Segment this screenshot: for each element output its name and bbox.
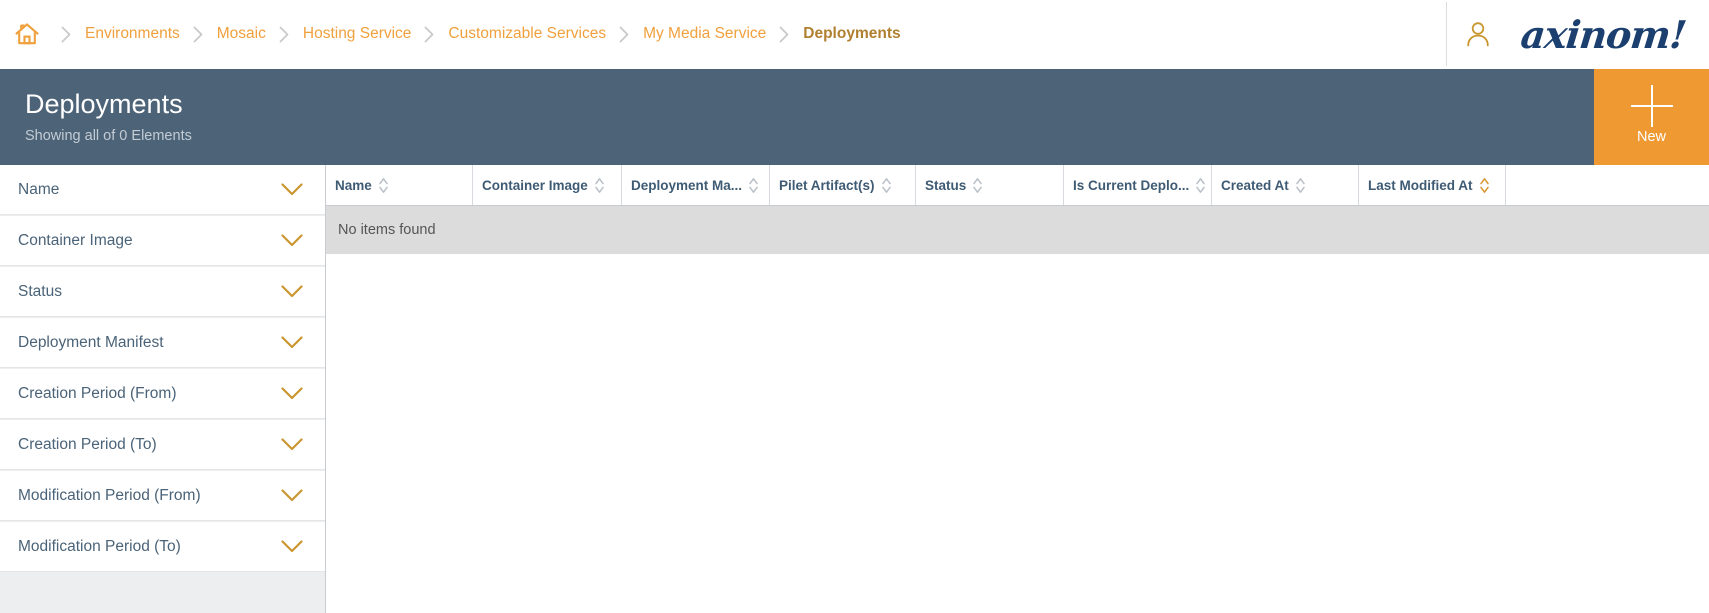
table-header-label: Deployment Ma...: [631, 178, 742, 193]
new-button[interactable]: New: [1594, 69, 1709, 165]
table-header-label: Name: [335, 178, 372, 193]
sort-arrows-icon[interactable]: [1480, 177, 1489, 193]
table-header-is-current-deplo[interactable]: Is Current Deplo...: [1064, 165, 1212, 205]
user-account-icon-svg: [1465, 20, 1491, 48]
chevron-down-icon[interactable]: [281, 438, 303, 452]
chevron-down-icon[interactable]: [281, 234, 303, 248]
table-header-actions: [1506, 165, 1709, 205]
filter-item-label: Status: [18, 283, 62, 301]
filter-item-label: Modification Period (From): [18, 487, 201, 505]
filter-item-container-image[interactable]: Container Image: [0, 216, 325, 266]
page-title: Deployments: [25, 90, 1594, 120]
table-header-label: Last Modified At: [1368, 178, 1473, 193]
filter-item-status[interactable]: Status: [0, 267, 325, 317]
table-header-label: Container Image: [482, 178, 588, 193]
table-header-pilet-artifact-s[interactable]: Pilet Artifact(s): [770, 165, 916, 205]
sort-arrows-icon[interactable]: [595, 177, 604, 193]
filter-item-label: Container Image: [18, 232, 133, 250]
filter-item-label: Name: [18, 181, 59, 199]
breadcrumb-item-customizable-services[interactable]: Customizable Services: [446, 25, 608, 43]
axinom-logo[interactable]: axinom!: [1509, 12, 1709, 57]
content-area: Name Container Image Status Deployment Mani…: [0, 165, 1709, 613]
filter-item-creation-period-to[interactable]: Creation Period (To): [0, 420, 325, 470]
chevron-right-icon: [61, 26, 72, 43]
sort-arrows-icon[interactable]: [1296, 177, 1305, 193]
breadcrumb-item-mosaic[interactable]: Mosaic: [215, 25, 268, 43]
sort-arrows-icon[interactable]: [1196, 177, 1205, 193]
breadcrumb-item-hosting-service[interactable]: Hosting Service: [301, 25, 414, 43]
table-header-label: Is Current Deplo...: [1073, 178, 1189, 193]
table-header-last-modified-at[interactable]: Last Modified At: [1359, 165, 1506, 205]
plus-icon: [1631, 85, 1673, 127]
page-subtitle-element-count: Showing all of 0 Elements: [25, 128, 1594, 144]
app-root: Environments Mosaic Hosting Service Customi…: [0, 0, 1709, 613]
table-header-deployment-ma[interactable]: Deployment Ma...: [622, 165, 770, 205]
sort-arrows-icon[interactable]: [379, 177, 388, 193]
filter-item-label: Creation Period (To): [18, 436, 157, 454]
chevron-right-icon: [193, 26, 204, 43]
topbar-right-cluster: axinom!: [1446, 0, 1709, 68]
breadcrumb-item-my-media-service[interactable]: My Media Service: [641, 25, 768, 43]
filter-item-deployment-manifest[interactable]: Deployment Manifest: [0, 318, 325, 368]
new-button-label: New: [1637, 129, 1666, 145]
home-icon[interactable]: [10, 17, 44, 51]
table-header-status[interactable]: Status: [916, 165, 1064, 205]
table-header-container-image[interactable]: Container Image: [473, 165, 622, 205]
sort-arrows-icon[interactable]: [973, 177, 982, 193]
chevron-right-icon: [779, 26, 790, 43]
home-icon-svg: [14, 21, 40, 47]
filter-item-modification-period-to[interactable]: Modification Period (To): [0, 522, 325, 572]
table-empty-row: No items found: [326, 206, 1709, 254]
empty-message: No items found: [338, 222, 436, 238]
sort-arrows-icon[interactable]: [749, 177, 758, 193]
chevron-down-icon[interactable]: [281, 183, 303, 197]
breadcrumb-item-environments[interactable]: Environments: [83, 25, 182, 43]
table-header-name[interactable]: Name: [326, 165, 473, 205]
chevron-down-icon[interactable]: [281, 387, 303, 401]
breadcrumb-item-deployments: Deployments: [801, 25, 902, 43]
table-body-filler: [326, 254, 1709, 613]
chevron-right-icon: [279, 26, 290, 43]
breadcrumb: Environments Mosaic Hosting Service Customi…: [50, 0, 903, 68]
table-header-created-at[interactable]: Created At: [1212, 165, 1359, 205]
sort-arrows-icon[interactable]: [882, 177, 891, 193]
user-account-icon[interactable]: [1447, 20, 1509, 48]
chevron-down-icon[interactable]: [281, 285, 303, 299]
table-header-label: Pilet Artifact(s): [779, 178, 875, 193]
filter-item-label: Modification Period (To): [18, 538, 181, 556]
chevron-down-icon[interactable]: [281, 336, 303, 350]
page-header-banner: Deployments Showing all of 0 Elements Ne…: [0, 69, 1709, 165]
filter-item-label: Deployment Manifest: [18, 334, 164, 352]
table-header-label: Status: [925, 178, 966, 193]
filter-item-creation-period-from[interactable]: Creation Period (From): [0, 369, 325, 419]
filter-item-modification-period-from[interactable]: Modification Period (From): [0, 471, 325, 521]
filter-item-label: Creation Period (From): [18, 385, 177, 403]
table-header-label: Created At: [1221, 178, 1289, 193]
chevron-right-icon: [619, 26, 630, 43]
axinom-logo-text: axinom!: [1518, 12, 1687, 57]
chevron-down-icon[interactable]: [281, 489, 303, 503]
chevron-right-icon: [424, 26, 435, 43]
chevron-down-icon[interactable]: [281, 540, 303, 554]
page-header-text: Deployments Showing all of 0 Elements: [0, 69, 1594, 165]
filter-sidebar: Name Container Image Status Deployment Mani…: [0, 165, 326, 613]
filter-item-name[interactable]: Name: [0, 165, 325, 215]
top-navigation-bar: Environments Mosaic Hosting Service Customi…: [0, 0, 1709, 69]
deployments-table: Name Container Image Deployment Ma... Pilet…: [326, 165, 1709, 613]
table-header-row: Name Container Image Deployment Ma... Pilet…: [326, 165, 1709, 206]
